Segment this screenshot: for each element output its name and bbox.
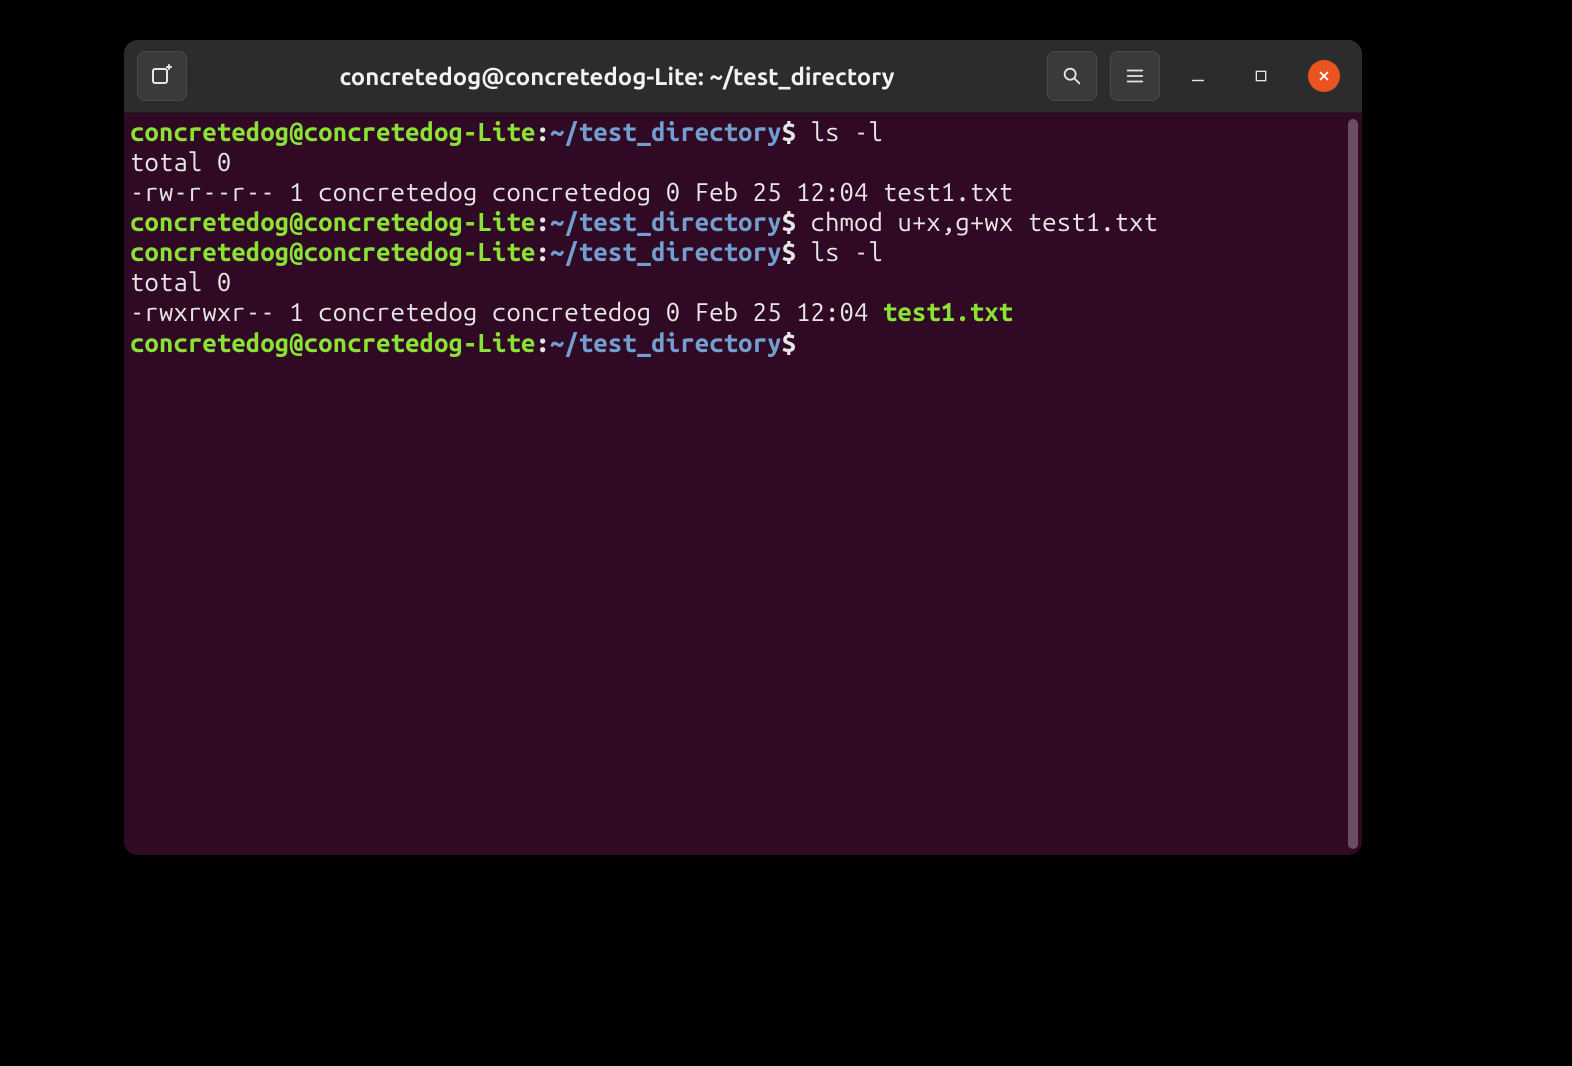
- prompt-line: concretedog@concretedog-Lite:~/test_dire…: [130, 237, 1356, 267]
- output-line: total 0: [130, 147, 1356, 177]
- new-tab-button[interactable]: [137, 51, 187, 101]
- prompt-line: concretedog@concretedog-Lite:~/test_dire…: [130, 117, 1356, 147]
- maximize-button[interactable]: [1236, 51, 1286, 101]
- close-icon: [1308, 60, 1340, 92]
- command-text: ls -l: [811, 117, 883, 146]
- titlebar: concretedog@concretedog-Lite: ~/test_dir…: [124, 40, 1362, 113]
- prompt-line: concretedog@concretedog-Lite:~/test_dire…: [130, 207, 1356, 237]
- terminal-window: concretedog@concretedog-Lite: ~/test_dir…: [124, 40, 1362, 855]
- prompt-line: concretedog@concretedog-Lite:~/test_dire…: [130, 328, 1356, 358]
- output-line: total 0: [130, 267, 1356, 297]
- close-button[interactable]: [1299, 51, 1349, 101]
- window-title: concretedog@concretedog-Lite: ~/test_dir…: [200, 63, 1034, 90]
- hamburger-menu-button[interactable]: [1110, 51, 1160, 101]
- output-line: -rw-r--r-- 1 concretedog concretedog 0 F…: [130, 177, 1356, 207]
- search-button[interactable]: [1047, 51, 1097, 101]
- minimize-button[interactable]: [1173, 51, 1223, 101]
- executable-filename: test1.txt: [883, 297, 1013, 326]
- scrollbar-thumb[interactable]: [1348, 119, 1358, 849]
- command-text: ls -l: [811, 237, 883, 266]
- output-line: -rwxrwxr-- 1 concretedog concretedog 0 F…: [130, 297, 1356, 327]
- terminal-body[interactable]: concretedog@concretedog-Lite:~/test_dire…: [124, 113, 1362, 855]
- command-text: chmod u+x,g+wx test1.txt: [811, 207, 1159, 236]
- terminal-scrollbar[interactable]: [1348, 119, 1358, 849]
